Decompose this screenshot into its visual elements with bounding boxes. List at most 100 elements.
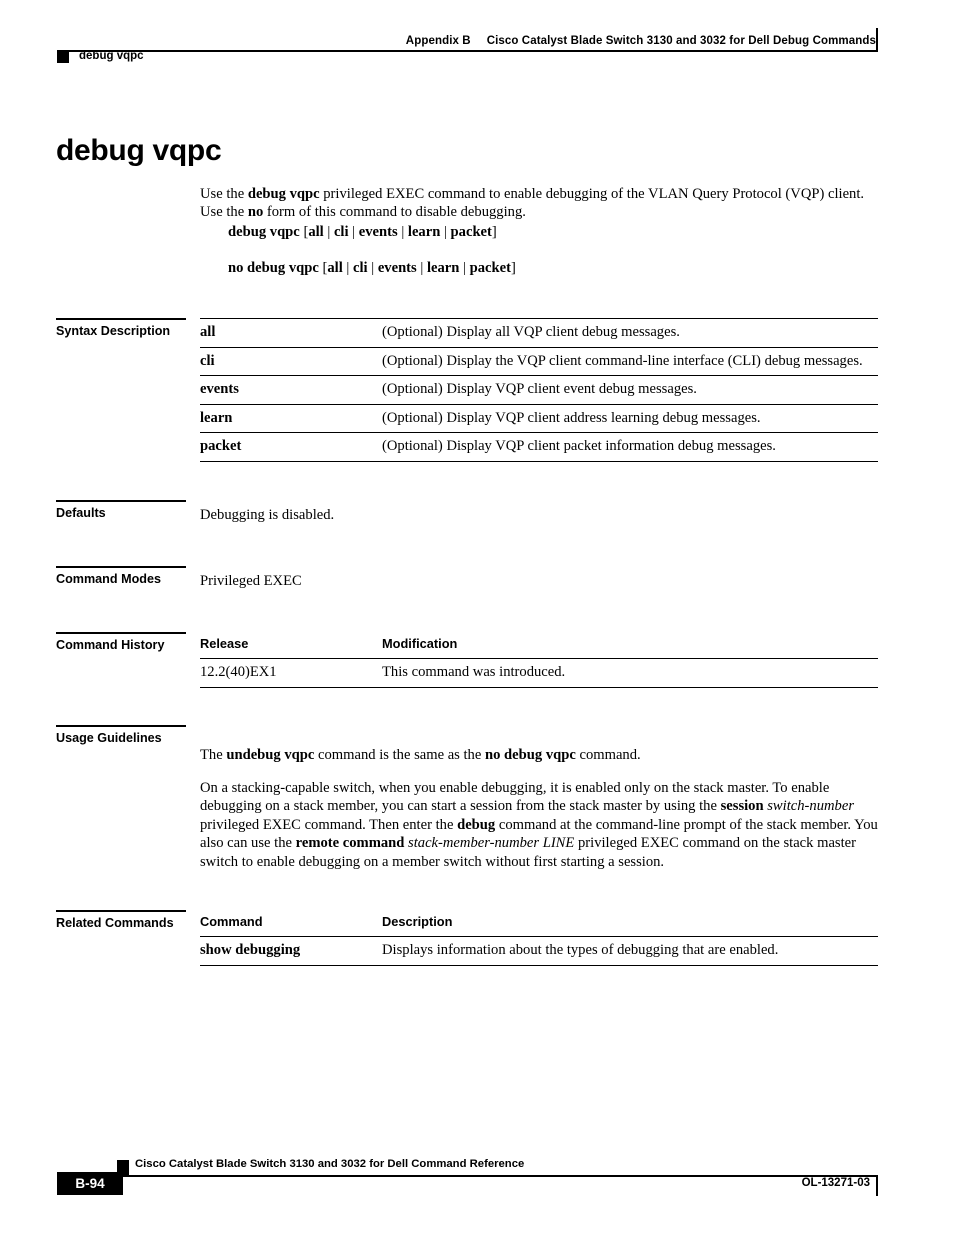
table-row: 12.2(40)EX1 This command was introduced. <box>200 658 878 688</box>
syntax-2-kw-learn: learn <box>426 260 460 276</box>
usage-p2-switch-number-italic: switch-number <box>767 798 854 815</box>
document-page: Appendix B Cisco Catalyst Blade Switch 31… <box>0 0 954 1235</box>
syntax-description-table: all (Optional) Display all VQP client de… <box>200 318 878 462</box>
syntax-row-4-desc: (Optional) Display VQP client packet inf… <box>382 432 878 462</box>
syntax-row-2-term: events <box>200 375 382 404</box>
usage-guidelines-label: Usage Guidelines <box>56 731 162 745</box>
related-commands-header-description: Description <box>382 914 453 929</box>
related-commands-table: Command Description show debugging Displ… <box>200 910 878 966</box>
intro-paragraph: Use the debug vqpc privileged EXEC comma… <box>200 185 878 222</box>
page-title: debug vqpc <box>56 134 222 168</box>
table-row: events (Optional) Display VQP client eve… <box>200 375 878 404</box>
syntax-1-sep-4: | <box>440 224 451 240</box>
table-row: cli (Optional) Display the VQP client co… <box>200 346 878 376</box>
usage-p1-c: command. <box>575 746 641 763</box>
syntax-1-command: debug vqpc <box>228 224 304 240</box>
syntax-2-sep-2: | <box>367 260 378 276</box>
syntax-2-sep-1: | <box>342 260 353 276</box>
syntax-line-2-block: no debug vqpc [all | cli | events | lear… <box>200 259 878 278</box>
syntax-1-sep-1: | <box>323 224 334 240</box>
syntax-1-sep-2: | <box>348 224 359 240</box>
running-header-appendix: Appendix B <box>405 35 471 47</box>
usage-p2-debug-bold: debug <box>457 816 496 833</box>
syntax-2-bracket-close: ] <box>510 260 516 276</box>
running-header: Appendix B Cisco Catalyst Blade Switch 31… <box>0 31 954 47</box>
usage-paragraph-1: The undebug vqpc command is the same as … <box>200 746 878 765</box>
related-commands-header-command: Command <box>200 914 263 929</box>
header-rule-end-tick <box>876 28 878 50</box>
related-commands-row-0-command: show debugging <box>200 936 382 966</box>
intro-text-1: Use the <box>200 185 248 202</box>
syntax-2-kw-packet: packet <box>469 260 511 276</box>
usage-guidelines-label-rule <box>56 725 186 727</box>
command-history-table: Release Modification 12.2(40)EX1 This co… <box>200 632 878 688</box>
command-history-header-modification: Modification <box>382 636 458 651</box>
defaults-label: Defaults <box>56 506 106 520</box>
defaults-text: Debugging is disabled. <box>200 507 335 523</box>
intro-command-bold: debug vqpc <box>247 185 320 202</box>
command-history-row-0-release: 12.2(40)EX1 <box>200 658 382 688</box>
usage-p2-stack-member-italic: stack-member-number LINE <box>408 835 575 852</box>
page-number-badge: B-94 <box>57 1172 123 1195</box>
command-history-header-release: Release <box>200 636 249 651</box>
usage-paragraph-2: On a stacking-capable switch, when you e… <box>200 779 878 872</box>
table-header-row: Command Description <box>200 910 878 937</box>
syntax-2-sep-3: | <box>416 260 427 276</box>
header-square-marker-icon <box>57 51 69 63</box>
syntax-2-kw-events: events <box>377 260 417 276</box>
table-row: packet (Optional) Display VQP client pac… <box>200 432 878 462</box>
usage-p2-session-bold: session <box>720 798 764 815</box>
footer-rule-end-tick <box>876 1175 878 1196</box>
syntax-row-0-term: all <box>200 318 382 347</box>
syntax-row-2-desc: (Optional) Display VQP client event debu… <box>382 375 878 404</box>
table-header-row: Release Modification <box>200 632 878 659</box>
usage-p2-remote-command-bold: remote command <box>295 835 405 852</box>
table-row: all (Optional) Display all VQP client de… <box>200 318 878 347</box>
footer-book-title: Cisco Catalyst Blade Switch 3130 and 303… <box>135 1158 525 1170</box>
command-modes-label-rule <box>56 566 186 568</box>
intro-no-bold: no <box>247 204 264 221</box>
syntax-description-label-rule <box>56 318 186 320</box>
syntax-row-1-term: cli <box>200 346 382 376</box>
header-running-command: debug vqpc <box>79 50 144 62</box>
related-commands-label: Related Commands <box>56 916 174 930</box>
document-id: OL-13271-03 <box>801 1177 870 1189</box>
command-modes-label: Command Modes <box>56 572 161 586</box>
syntax-1-kw-events: events <box>358 224 398 240</box>
footer-rule <box>57 1175 878 1177</box>
syntax-row-4-term: packet <box>200 432 382 462</box>
syntax-2-command: no debug vqpc <box>228 260 323 276</box>
related-commands-row-0-description: Displays information about the types of … <box>382 936 878 966</box>
table-row: learn (Optional) Display VQP client addr… <box>200 403 878 433</box>
usage-p1-undebug-bold: undebug vqpc <box>226 746 315 763</box>
usage-p1-nodebug-bold: no debug vqpc <box>484 746 576 763</box>
syntax-row-3-term: learn <box>200 403 382 433</box>
syntax-row-0-desc: (Optional) Display all VQP client debug … <box>382 318 878 347</box>
syntax-1-kw-packet: packet <box>450 224 492 240</box>
syntax-line-1: debug vqpc [all | cli | events | learn |… <box>228 223 878 242</box>
header-rule <box>57 50 878 52</box>
usage-p2-c: privileged EXEC command. Then enter the <box>200 816 458 833</box>
usage-guidelines-body: The undebug vqpc command is the same as … <box>200 731 878 886</box>
running-header-book-title: Cisco Catalyst Blade Switch 3130 and 303… <box>486 35 876 47</box>
usage-p1-a: The <box>200 746 227 763</box>
syntax-row-1-desc: (Optional) Display the VQP client comman… <box>382 346 878 376</box>
syntax-1-bracket-close: ] <box>491 224 497 240</box>
table-row: show debugging Displays information abou… <box>200 936 878 966</box>
related-commands-label-rule <box>56 910 186 912</box>
defaults-label-rule <box>56 500 186 502</box>
command-history-label-rule <box>56 632 186 634</box>
syntax-1-kw-cli: cli <box>333 224 349 240</box>
command-history-row-0-modification: This command was introduced. <box>382 658 878 688</box>
command-history-label: Command History <box>56 638 165 652</box>
syntax-2-sep-4: | <box>459 260 470 276</box>
syntax-2-kw-all: all <box>327 260 343 276</box>
syntax-line-2: no debug vqpc [all | cli | events | lear… <box>228 259 878 278</box>
syntax-1-sep-3: | <box>397 224 408 240</box>
syntax-row-3-desc: (Optional) Display VQP client address le… <box>382 403 878 433</box>
syntax-1-kw-all: all <box>308 224 324 240</box>
syntax-2-kw-cli: cli <box>353 260 368 276</box>
syntax-1-kw-learn: learn <box>407 224 441 240</box>
command-modes-text: Privileged EXEC <box>200 573 302 589</box>
usage-p1-b: command is the same as the <box>314 746 485 763</box>
